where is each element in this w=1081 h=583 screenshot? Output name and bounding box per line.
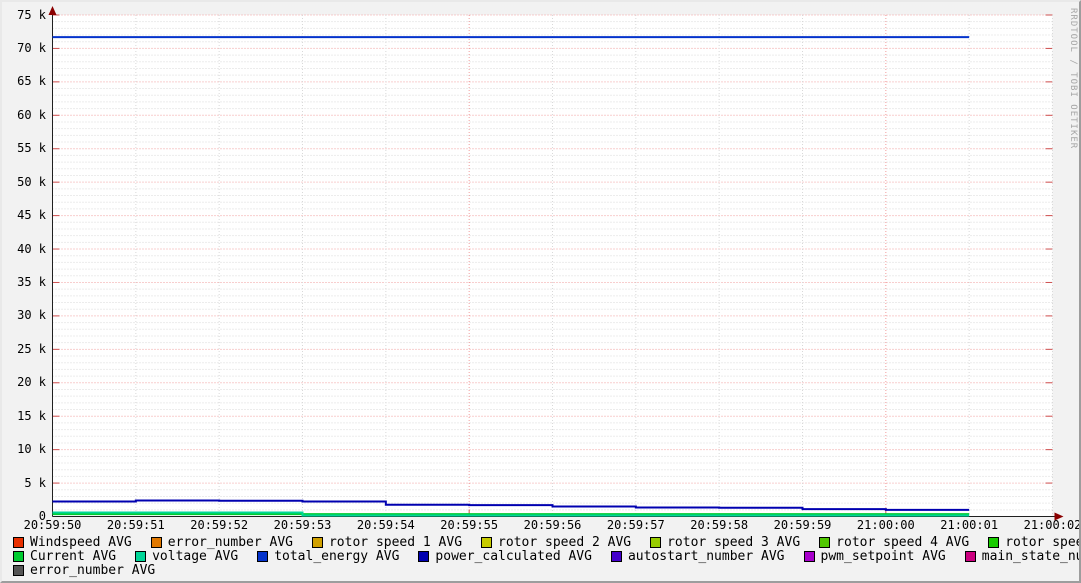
x-tick-label: 20:59:51 [106, 518, 165, 532]
legend-row: Current AVG voltage AVG total_energy AVG po… [13, 548, 1079, 564]
legend-item: error_number AVG [13, 563, 155, 578]
x-tick-label: 20:59:50 [23, 518, 82, 532]
x-tick-label: 21:00:02 [1023, 518, 1081, 532]
legend: Windspeed AVG error_number AVG rotor speed… [13, 534, 1079, 578]
x-tick-label: 20:59:57 [606, 518, 665, 532]
y-tick-label: 55 k [17, 141, 46, 156]
x-tick-label: 20:59:52 [190, 518, 249, 532]
legend-swatch-icon [135, 550, 147, 562]
legend-swatch-icon [610, 550, 622, 562]
legend-label: error_number AVG [167, 534, 293, 550]
legend-label: power_calculated AVG [435, 548, 592, 564]
rrdtool-watermark: RRDTOOL / TOBI OETIKER [1068, 8, 1078, 150]
legend-label: rotor speed 5 AVG [1005, 534, 1079, 550]
y-axis-arrow-icon [48, 6, 57, 15]
y-tick-label: 60 k [17, 107, 46, 122]
legend-label: Current AVG [30, 548, 117, 564]
legend-item: rotor speed 1 AVG [311, 534, 463, 550]
legend-label: pwm_setpoint AVG [820, 548, 946, 564]
legend-swatch-icon [150, 536, 162, 548]
y-tick-label: 30 k [17, 308, 46, 323]
x-tick-label: 20:59:54 [356, 518, 415, 532]
y-tick-label: 20 k [17, 375, 46, 390]
x-tick-label: 21:00:00 [856, 518, 915, 532]
legend-item: main_state_number AVG [964, 548, 1079, 564]
legend-swatch-icon [650, 536, 662, 548]
legend-label: total_energy AVG [274, 548, 400, 564]
legend-swatch-icon [988, 536, 1000, 548]
legend-item: rotor speed 2 AVG [481, 535, 631, 550]
legend-swatch-icon [819, 536, 831, 548]
x-tick-label: 20:59:56 [523, 518, 582, 532]
legend-swatch-icon [13, 550, 24, 562]
x-tick-label: 21:00:01 [940, 518, 999, 532]
y-tick-label: 15 k [17, 408, 46, 423]
legend-item: Windspeed AVG [13, 535, 132, 550]
legend-item: rotor speed 3 AVG [650, 535, 800, 550]
chart-canvas [48, 6, 1064, 521]
legend-label: voltage AVG [152, 548, 239, 564]
rrd-graph: 05 k 10 k 15 k 20 k 25 k 30 k 35 k 40 k 45 k 50 k… [0, 0, 1081, 583]
legend-row: error_number AVG [13, 563, 1071, 578]
y-tick-label: 50 k [17, 174, 46, 189]
legend-label: Windspeed AVG [30, 534, 132, 550]
legend-item: rotor speed 5 AVG [988, 534, 1079, 550]
x-tick-label: 20:59:53 [273, 518, 332, 532]
y-tick-label: 35 k [17, 274, 46, 289]
legend-swatch-icon [803, 550, 815, 562]
legend-swatch-icon [13, 564, 24, 576]
legend-swatch-icon [13, 536, 24, 548]
legend-item: pwm_setpoint AVG [803, 548, 946, 564]
legend-swatch-icon [418, 550, 430, 562]
y-tick-label: 70 k [17, 40, 46, 55]
legend-item: autostart_number AVG [610, 548, 785, 564]
legend-item: Current AVG [13, 549, 116, 564]
legend-swatch-icon [481, 536, 493, 548]
legend-item: rotor speed 4 AVG [819, 535, 969, 550]
legend-label: error_number AVG [30, 562, 156, 578]
y-tick-label: 5 k [24, 475, 46, 490]
y-tick-label: 65 k [17, 74, 46, 89]
legend-item: error_number AVG [150, 534, 293, 550]
legend-label: autostart_number AVG [627, 548, 785, 564]
legend-row: Windspeed AVG error_number AVG rotor speed… [13, 534, 1079, 550]
legend-label: rotor speed 1 AVG [328, 534, 463, 550]
legend-label: main_state_number AVG [981, 548, 1079, 564]
legend-label: rotor speed 2 AVG [498, 534, 632, 550]
legend-item: total_energy AVG [257, 549, 399, 564]
legend-swatch-icon [964, 550, 976, 562]
y-tick-label: 75 k [17, 7, 46, 22]
y-tick-label: 45 k [17, 208, 46, 223]
y-tick-label: 25 k [17, 341, 46, 356]
x-tick-label: 20:59:59 [773, 518, 832, 532]
legend-item: power_calculated AVG [418, 549, 592, 564]
y-tick-label: 40 k [17, 241, 46, 256]
legend-swatch-icon [257, 550, 269, 562]
legend-item: voltage AVG [135, 549, 238, 564]
y-tick-label: 10 k [17, 442, 46, 457]
x-tick-label: 20:59:55 [440, 518, 499, 532]
legend-label: rotor speed 4 AVG [836, 534, 970, 550]
legend-label: rotor speed 3 AVG [667, 534, 801, 550]
legend-swatch-icon [311, 536, 323, 548]
x-tick-label: 20:59:58 [690, 518, 749, 532]
